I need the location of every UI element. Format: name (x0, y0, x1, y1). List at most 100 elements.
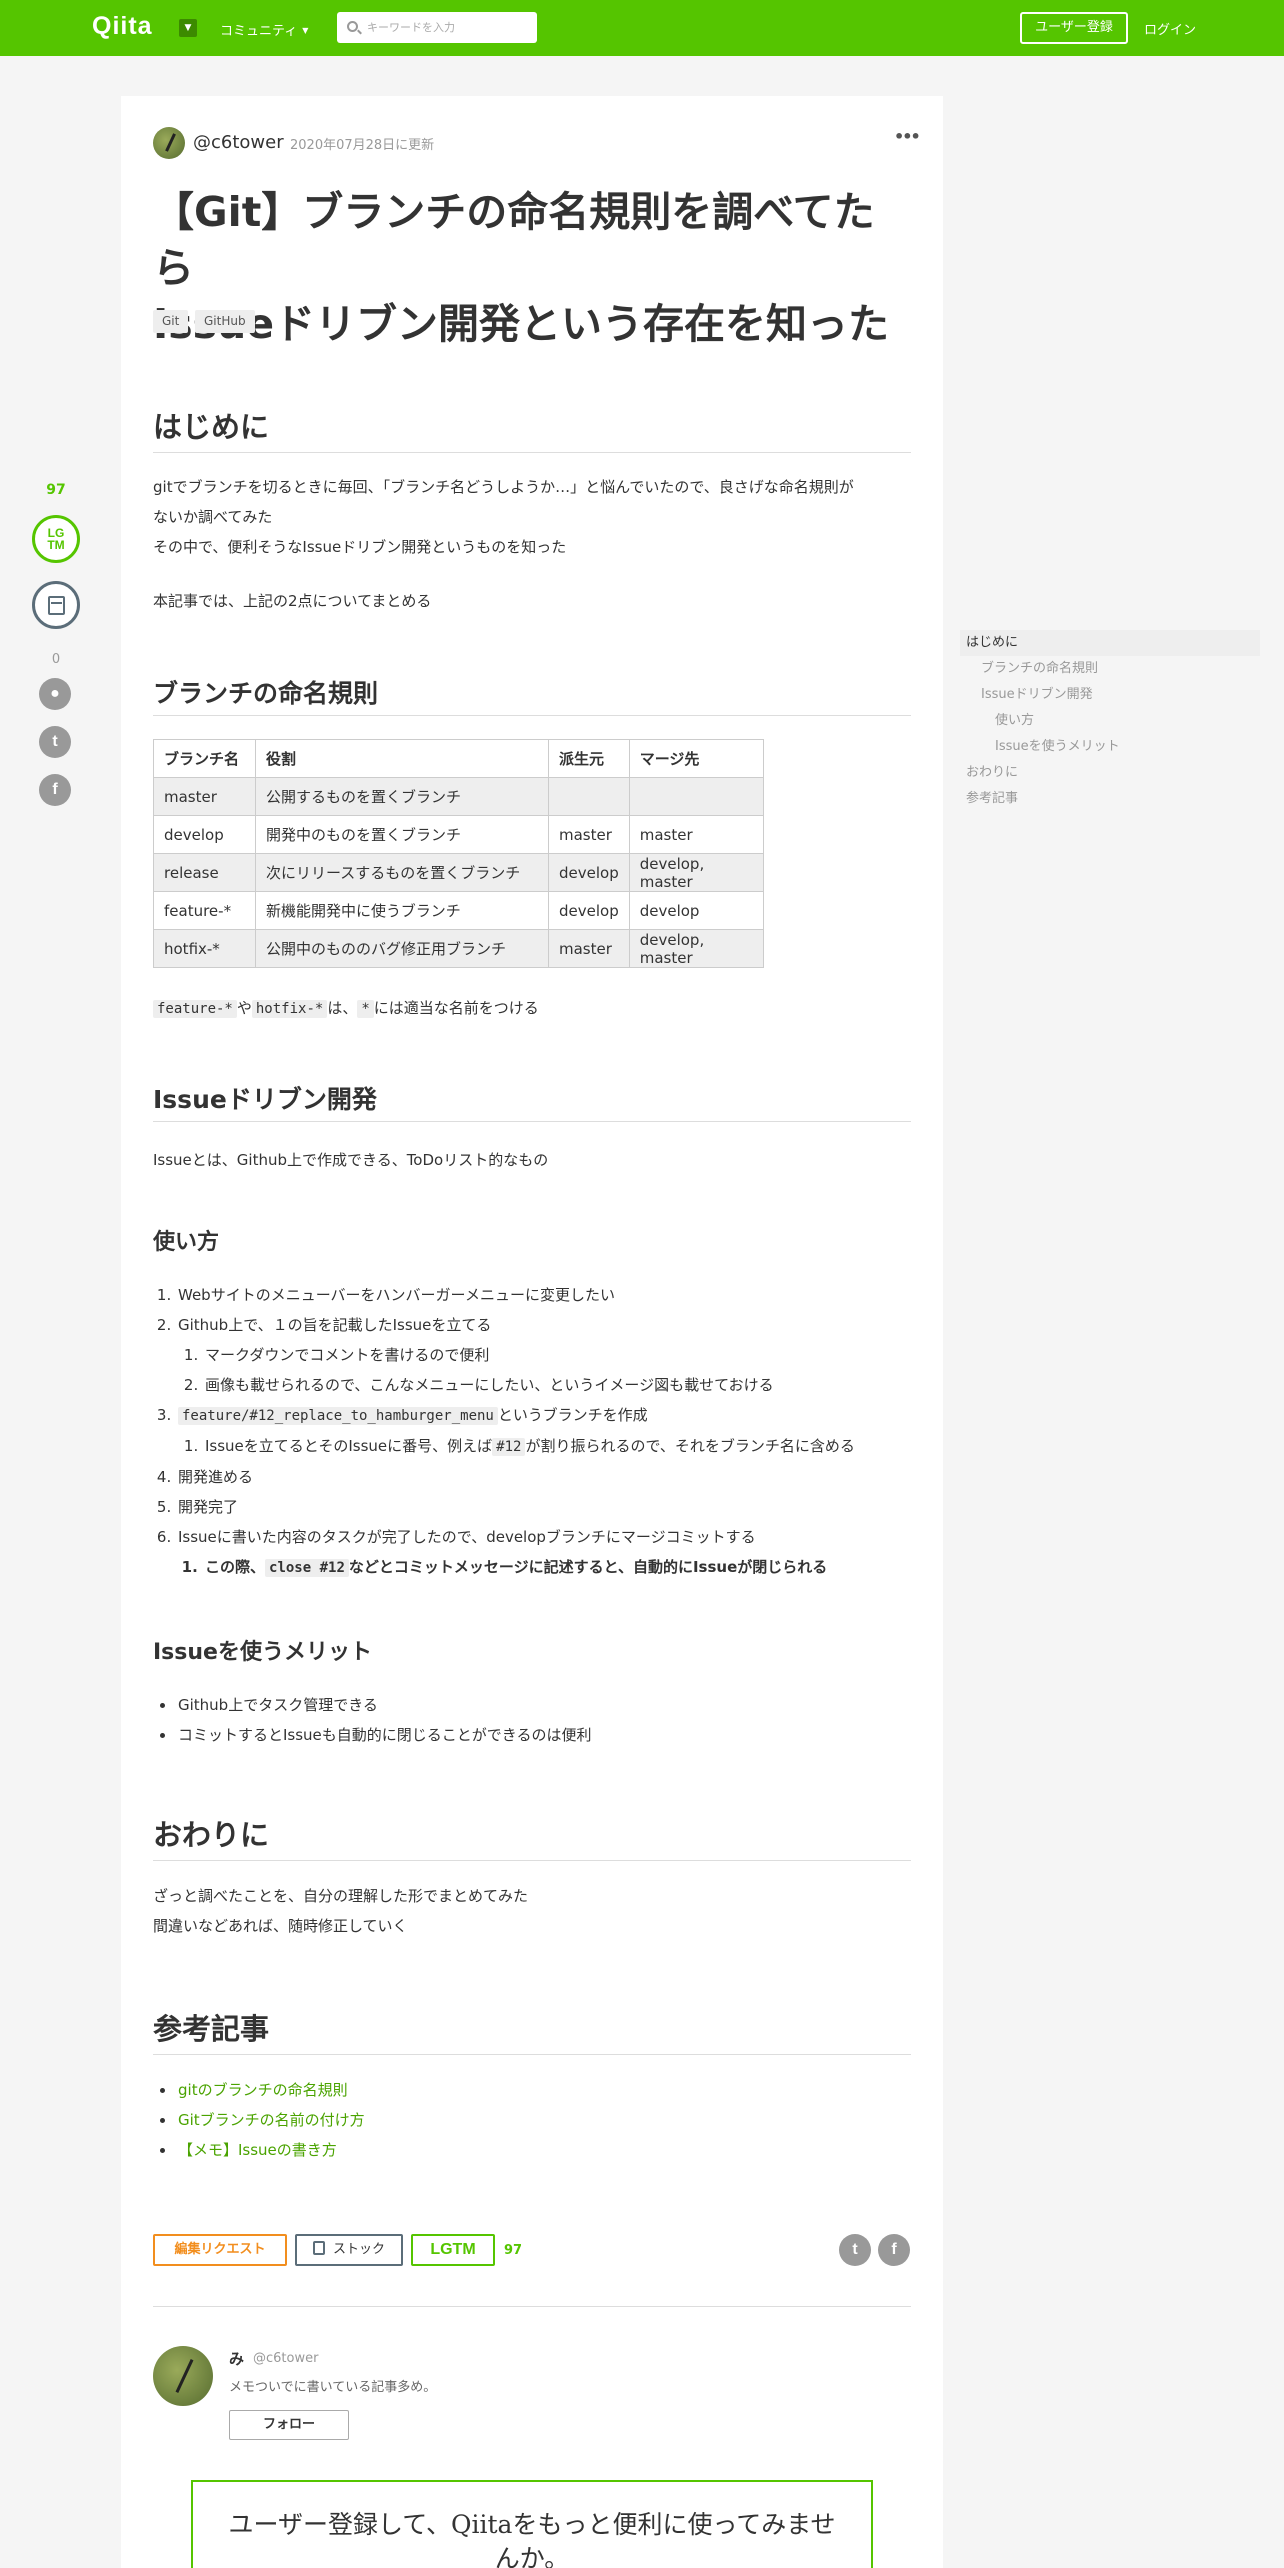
qiita-logo[interactable]: Qiita (92, 12, 153, 41)
table-cell: develop, master (628, 929, 764, 968)
table-cell: develop (153, 815, 256, 854)
login-link[interactable]: ログイン (1144, 19, 1196, 38)
toc-item-intro[interactable]: はじめに (960, 630, 1260, 656)
outro-line-1: ざっと調べたことを、自分の理解した形でまとめてみた (153, 1887, 529, 1905)
author-name[interactable]: @c6tower (193, 132, 284, 153)
profile-handle[interactable]: @c6tower (253, 2351, 318, 2366)
lgtm-button[interactable]: LG TM (32, 515, 80, 563)
table-cell: develop (548, 853, 630, 892)
merits-list: Github上でタスク管理できる コミットするとIssueも自動的に閉じることが… (176, 1690, 592, 1750)
branch-table: ブランチ名 役割 派生元 マージ先 master 公開するものを置くブランチ d… (153, 739, 764, 968)
edit-request-button[interactable]: 編集リクエスト (153, 2234, 287, 2266)
sub-list: この際、close #12などとコミットメッセージに記述すると、自動的にIssu… (178, 1552, 855, 1583)
title-line-2: Issueドリブン開発という存在を知った (153, 300, 890, 348)
signup-cta-text: ユーザー登録して、Qiitaをもっと便利に使ってみませんか。 (228, 2510, 836, 2568)
heading-merits: Issueを使うメリット (153, 1640, 372, 1665)
search-input[interactable] (367, 12, 527, 43)
search-box[interactable] (337, 12, 537, 43)
heading-references: 参考記事 (153, 2006, 911, 2055)
list-item: feature/#12_replace_to_hamburger_menuという… (176, 1400, 855, 1462)
table-cell (628, 777, 764, 816)
list-item: Webサイトのメニューバーをハンバーガーメニューに変更したい (176, 1280, 855, 1310)
toc-item-issue-driven[interactable]: Issueドリブン開発 (960, 682, 1260, 708)
reference-link[interactable]: Gitブランチの名前の付け方 (178, 2111, 365, 2129)
updated-date: 2020年07月28日に更新 (290, 138, 435, 153)
lgtm-count: 97 (46, 482, 66, 498)
stock-label: ストック (332, 2242, 385, 2257)
step-text: Github上で、１の旨を記載したIssueを立てる (178, 1316, 492, 1334)
step-text: というブランチを作成 (497, 1406, 648, 1424)
profile-avatar[interactable] (153, 2346, 213, 2406)
step-text: Issueに書いた内容のタスクが完了したので、developブランチにマージコミ… (178, 1528, 756, 1546)
table-cell (548, 777, 630, 816)
article-card: @c6tower 2020年07月28日に更新 ••• 【Git】ブランチの命名… (121, 96, 943, 2568)
lgtm-action-button[interactable]: LGTM (411, 2234, 495, 2266)
inline-code: * (357, 1000, 374, 1018)
title-line-1: 【Git】ブランチの命名規則を調べてたら (153, 188, 875, 292)
intro-paragraph: gitでブランチを切るときに毎回、「ブランチ名どうしようか…」と悩んでいたので、… (153, 472, 913, 562)
facebook-icon[interactable]: f (39, 774, 71, 806)
intro-line-2: ないか調べてみた (153, 508, 273, 526)
intro-line-3: その中で、便利そうなIssueドリブン開発というものを知った (153, 538, 567, 556)
inline-code: close #12 (265, 1559, 349, 1577)
usage-steps-list: Webサイトのメニューバーをハンバーガーメニューに変更したい Github上で、… (176, 1280, 855, 1583)
community-label: コミュニティ (220, 24, 298, 39)
table-cell: feature-* (153, 891, 256, 930)
toc-item-naming[interactable]: ブランチの命名規則 (960, 656, 1260, 682)
author-avatar[interactable] (153, 127, 185, 159)
outro-line-2: 間違いなどあれば、随時修正していく (153, 1917, 408, 1935)
table-header: 役割 (255, 739, 549, 778)
table-row: feature-* 新機能開発中に使うブランチ develop develop (153, 891, 764, 930)
step-text: が割り振られるので、それをブランチ名に含める (525, 1437, 855, 1455)
table-row: release 次にリリースするものを置くブランチ develop develo… (153, 853, 764, 892)
comment-icon[interactable]: ● (39, 678, 71, 710)
tag-github[interactable]: GitHub (195, 310, 255, 333)
list-item: gitのブランチの命名規則 (176, 2075, 365, 2105)
note-text: や (236, 999, 252, 1017)
tag-git[interactable]: Git (153, 310, 189, 333)
table-cell: master (628, 815, 764, 854)
facebook-share-icon[interactable]: f (878, 2234, 910, 2266)
profile-description: メモついでに書いている記事多め。 (229, 2380, 437, 2395)
table-cell: develop (628, 891, 764, 930)
step-text: 画像も載せられるので、こんなメニューにしたい、というイメージ図も載せておける (205, 1376, 774, 1394)
follow-button[interactable]: フォロー (229, 2410, 349, 2440)
toc-item-usage[interactable]: 使い方 (960, 708, 1260, 734)
issue-driven-paragraph: Issueとは、Github上で作成できる、ToDoリスト的なもの (153, 1151, 549, 1169)
step-text: 開発進める (178, 1468, 254, 1486)
table-cell: 開発中のものを置くブランチ (255, 815, 549, 854)
intro-paragraph-2: 本記事では、上記の2点についてまとめる (153, 592, 432, 610)
signup-cta-box: ユーザー登録して、Qiitaをもっと便利に使ってみませんか。 (191, 2480, 873, 2568)
heading-issue-driven: Issueドリブン開発 (153, 1080, 911, 1122)
toc-item-merits[interactable]: Issueを使うメリット (960, 734, 1260, 760)
step-text: Issueを立てるとそのIssueに番号、例えば (205, 1437, 493, 1455)
reference-link[interactable]: gitのブランチの命名規則 (178, 2081, 348, 2099)
naming-note: feature-* や hotfix-* は、 * には適当な名前をつける (153, 993, 913, 1024)
inline-code: #12 (492, 1438, 526, 1456)
search-icon (347, 21, 358, 32)
toc-item-outro[interactable]: おわりに (960, 760, 1260, 786)
table-header: マージ先 (628, 739, 764, 778)
intro-line-1: gitでブランチを切るときに毎回、「ブランチ名どうしようか…」と悩んでいたので、… (153, 478, 854, 496)
stock-button[interactable] (32, 581, 80, 629)
step-text: この際、 (205, 1558, 266, 1576)
more-options-icon[interactable]: ••• (894, 127, 921, 146)
table-cell: develop (548, 891, 630, 930)
reference-link[interactable]: 【メモ】Issueの書き方 (178, 2141, 337, 2159)
logo-menu-caret-icon[interactable]: ▼ (179, 19, 197, 37)
twitter-share-icon[interactable]: t (839, 2234, 871, 2266)
toc-item-references[interactable]: 参考記事 (960, 786, 1260, 812)
table-cell: 次にリリースするものを置くブランチ (255, 853, 549, 892)
heading-usage: 使い方 (153, 1230, 220, 1255)
profile-name[interactable]: み (229, 2348, 244, 2369)
twitter-icon[interactable]: t (39, 726, 71, 758)
stock-action-button[interactable]: ストック (295, 2234, 403, 2266)
comment-count: 0 (51, 652, 61, 667)
table-row: develop 開発中のものを置くブランチ master master (153, 815, 764, 854)
community-menu[interactable]: コミュニティ ▼ (220, 20, 308, 39)
table-cell: hotfix-* (153, 929, 256, 968)
step-text: マークダウンでコメントを書けるので便利 (205, 1346, 490, 1364)
table-cell: 新機能開発中に使うブランチ (255, 891, 549, 930)
table-row: hotfix-* 公開中のもののバグ修正用ブランチ master develop… (153, 929, 764, 968)
signup-button[interactable]: ユーザー登録 (1020, 12, 1128, 44)
